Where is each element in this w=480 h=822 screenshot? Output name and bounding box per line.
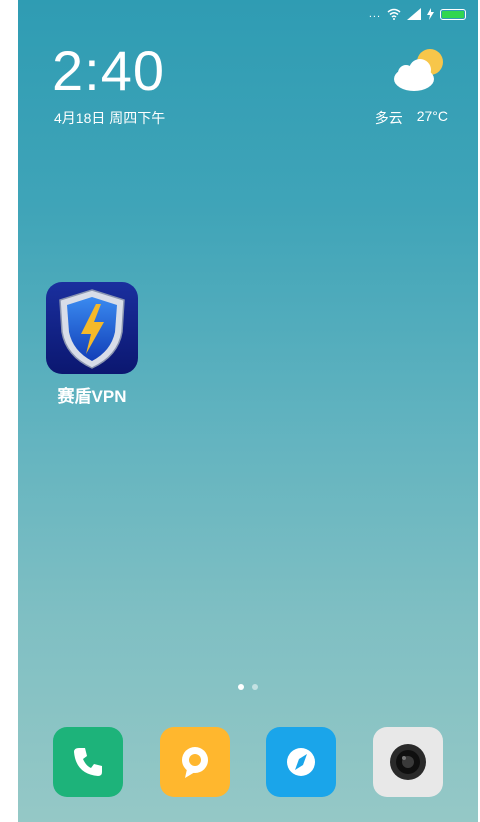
status-bar: ... [369,6,466,22]
battery-icon [440,8,466,20]
page-dot-1 [238,684,244,690]
app-vpn[interactable]: 赛盾VPN [46,282,138,407]
date[interactable]: 4月18日 周四下午 [54,108,165,128]
page-indicator [18,684,478,690]
signal-icon [407,8,421,20]
messages-icon[interactable] [159,727,230,797]
vpn-shield-icon[interactable] [46,282,138,374]
weather-info[interactable]: 多云 27°C [375,108,448,128]
home-screen: ... 2:40 4月18日 周四下午 多云 27°C 赛盾VPN [18,0,478,822]
notification-dots: ... [368,8,381,20]
weather-temperature: 27°C [416,108,448,124]
phone-icon[interactable] [53,727,123,797]
clock[interactable]: 2:40 [52,38,165,103]
page-dot-2 [252,684,258,690]
browser-icon[interactable] [266,727,337,797]
camera-icon[interactable] [372,727,443,797]
weather-condition: 多云 [374,110,403,126]
dock [53,727,443,797]
app-label: 赛盾VPN [57,387,127,406]
partly-cloudy-icon[interactable] [390,46,448,92]
wifi-icon [387,8,401,20]
charging-icon [427,8,434,20]
